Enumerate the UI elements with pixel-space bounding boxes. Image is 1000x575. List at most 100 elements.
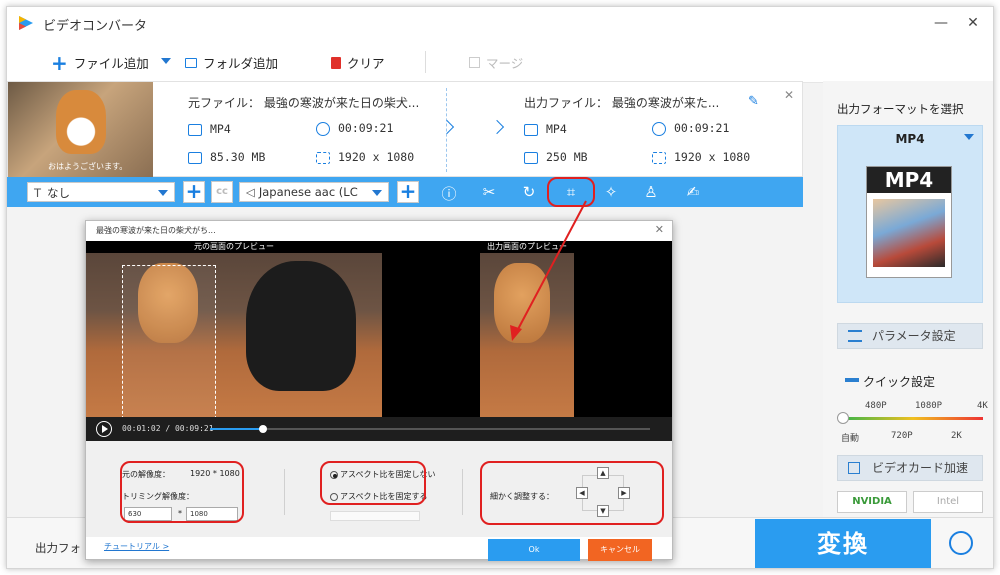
output-format: MP4 <box>546 122 567 136</box>
slider-handle[interactable] <box>837 412 849 424</box>
format-name: MP4 <box>895 132 925 146</box>
add-file-button[interactable]: + ファイル追加 <box>51 50 149 75</box>
watermark-stamp-icon[interactable]: ♙ <box>641 183 661 201</box>
text-t-icon: T <box>34 186 42 200</box>
convert-button[interactable]: 変換 <box>755 519 931 568</box>
source-file-name: 最強の寒波が来た日の柴犬... <box>263 96 420 110</box>
clock-icon <box>316 121 330 136</box>
tutorial-link[interactable]: チュートリアル > <box>104 541 169 552</box>
chevron-down-icon <box>161 58 171 64</box>
add-audio-button[interactable]: + <box>397 181 419 203</box>
output-file-name: 最強の寒波が来た... <box>611 96 720 110</box>
chevron-down-icon <box>964 134 974 140</box>
folder-size-icon <box>524 151 538 164</box>
chip-icon <box>848 462 860 474</box>
arrow-right-icon <box>439 119 455 135</box>
original-preview <box>86 253 382 417</box>
trash-icon <box>331 56 341 69</box>
effects-wand-icon[interactable]: ✧ <box>601 183 621 201</box>
arrow-right-icon <box>489 119 505 135</box>
chevron-down-icon <box>372 190 382 196</box>
res-label-2k: 2K <box>951 431 962 441</box>
clear-button[interactable]: クリア <box>331 53 385 72</box>
audio-track-select[interactable]: ◁ Japanese aac (LC <box>239 182 389 202</box>
intel-label: Intel <box>936 496 960 507</box>
format-card: MP4 <box>866 166 952 278</box>
res-label-auto: 自動 <box>841 434 860 444</box>
info-icon[interactable]: ⓘ <box>439 183 459 204</box>
scissors-icon[interactable]: ✂ <box>479 183 499 201</box>
annotation-arrow <box>510 200 587 341</box>
app-window: ビデオコンバータ — ✕ + ファイル追加 フォルダ追加 クリア マージ おはよ… <box>6 6 994 569</box>
convert-label: 変換 <box>817 530 869 558</box>
res-label-480p: 480P <box>865 401 887 411</box>
original-preview-label: 元の画面のプレビュー <box>86 241 382 253</box>
app-logo-icon <box>19 16 33 30</box>
source-resolution: 1920 x 1080 <box>338 150 415 164</box>
source-duration: 00:09:21 <box>338 121 394 135</box>
sliders-icon <box>848 330 862 342</box>
window-title: ビデオコンバータ <box>43 19 148 34</box>
add-folder-button[interactable]: フォルダ追加 <box>185 53 278 72</box>
aspect-ratio-select[interactable] <box>330 511 420 521</box>
title-bar: ビデオコンバータ — ✕ <box>7 7 993 39</box>
cc-subtitle-icon[interactable]: cc <box>211 181 233 203</box>
crop-area-handle[interactable] <box>122 265 216 417</box>
output-duration: 00:09:21 <box>674 121 730 135</box>
dialog-close-icon[interactable]: ✕ <box>655 223 664 236</box>
play-icon[interactable] <box>96 421 112 437</box>
chevron-down-icon <box>158 190 168 196</box>
main-toolbar: + ファイル追加 フォルダ追加 クリア マージ <box>7 39 993 83</box>
res-label-720p: 720P <box>891 431 913 441</box>
add-subtitle-button[interactable]: + <box>183 181 205 203</box>
alarm-clock-icon[interactable] <box>949 531 973 555</box>
format-selector[interactable]: MP4 MP4 <box>837 125 983 303</box>
crop-dialog: 最強の寒波が来た日の柴犬がち... ✕ 元の画面のプレビュー 出力画面のプレビュ… <box>85 200 673 561</box>
parameter-settings-button[interactable]: パラメータ設定 <box>837 323 983 349</box>
folder-icon <box>185 57 197 68</box>
cancel-button[interactable]: キャンセル <box>588 539 652 561</box>
merge-label: マージ <box>486 56 524 71</box>
quick-settings-icon <box>845 378 859 382</box>
gpu-acceleration-button[interactable]: ビデオカード加速 <box>837 455 983 481</box>
settings-divider <box>462 469 463 515</box>
intel-badge[interactable]: Intel <box>913 491 983 513</box>
edit-signature-icon[interactable]: ✍ <box>683 183 703 201</box>
quality-slider[interactable] <box>837 412 983 424</box>
merge-button[interactable]: マージ <box>469 53 523 72</box>
add-folder-label: フォルダ追加 <box>203 56 279 71</box>
source-format: MP4 <box>210 122 231 136</box>
ok-button[interactable]: Ok <box>488 539 580 561</box>
output-resolution: 1920 x 1080 <box>674 150 751 164</box>
resolution-highlight <box>120 461 244 523</box>
time-display: 00:01:02 / 00:09:21 <box>122 424 214 433</box>
video-format-icon <box>524 123 538 136</box>
output-file-label: 出力ファイル： <box>524 96 609 110</box>
output-folder-label: 出力フォ <box>35 541 81 555</box>
player-controls: 00:01:02 / 00:09:21 <box>86 417 672 441</box>
plus-icon: + <box>51 50 68 75</box>
minimize-button[interactable]: — <box>929 13 953 33</box>
subtitle-value: なし <box>47 186 71 200</box>
slider-track <box>843 417 983 420</box>
seek-handle[interactable] <box>258 425 267 433</box>
format-card-label: MP4 <box>867 167 951 193</box>
output-size: 250 MB <box>546 150 588 164</box>
add-file-dropdown[interactable] <box>161 58 171 64</box>
subtitle-select[interactable]: T なし <box>27 182 175 202</box>
edit-pencil-icon[interactable]: ✎ <box>748 94 759 109</box>
video-thumbnail[interactable]: おはようございます。 <box>8 82 153 178</box>
remove-file-icon[interactable]: ✕ <box>784 88 794 102</box>
rotate-icon[interactable]: ↻ <box>519 183 539 201</box>
seek-bar[interactable] <box>210 425 650 433</box>
resolution-icon <box>652 151 666 164</box>
merge-icon <box>469 57 480 68</box>
ok-label: Ok <box>528 545 540 554</box>
nvidia-badge[interactable]: NVIDIA <box>837 491 907 513</box>
audio-track-value: Japanese aac (LC <box>258 185 358 199</box>
resolution-icon <box>316 151 330 164</box>
dialog-title: 最強の寒波が来た日の柴犬がち... <box>96 226 216 235</box>
close-window-button[interactable]: ✕ <box>961 13 985 33</box>
parameter-settings-label: パラメータ設定 <box>872 329 956 343</box>
thumbnail-image <box>56 90 106 154</box>
